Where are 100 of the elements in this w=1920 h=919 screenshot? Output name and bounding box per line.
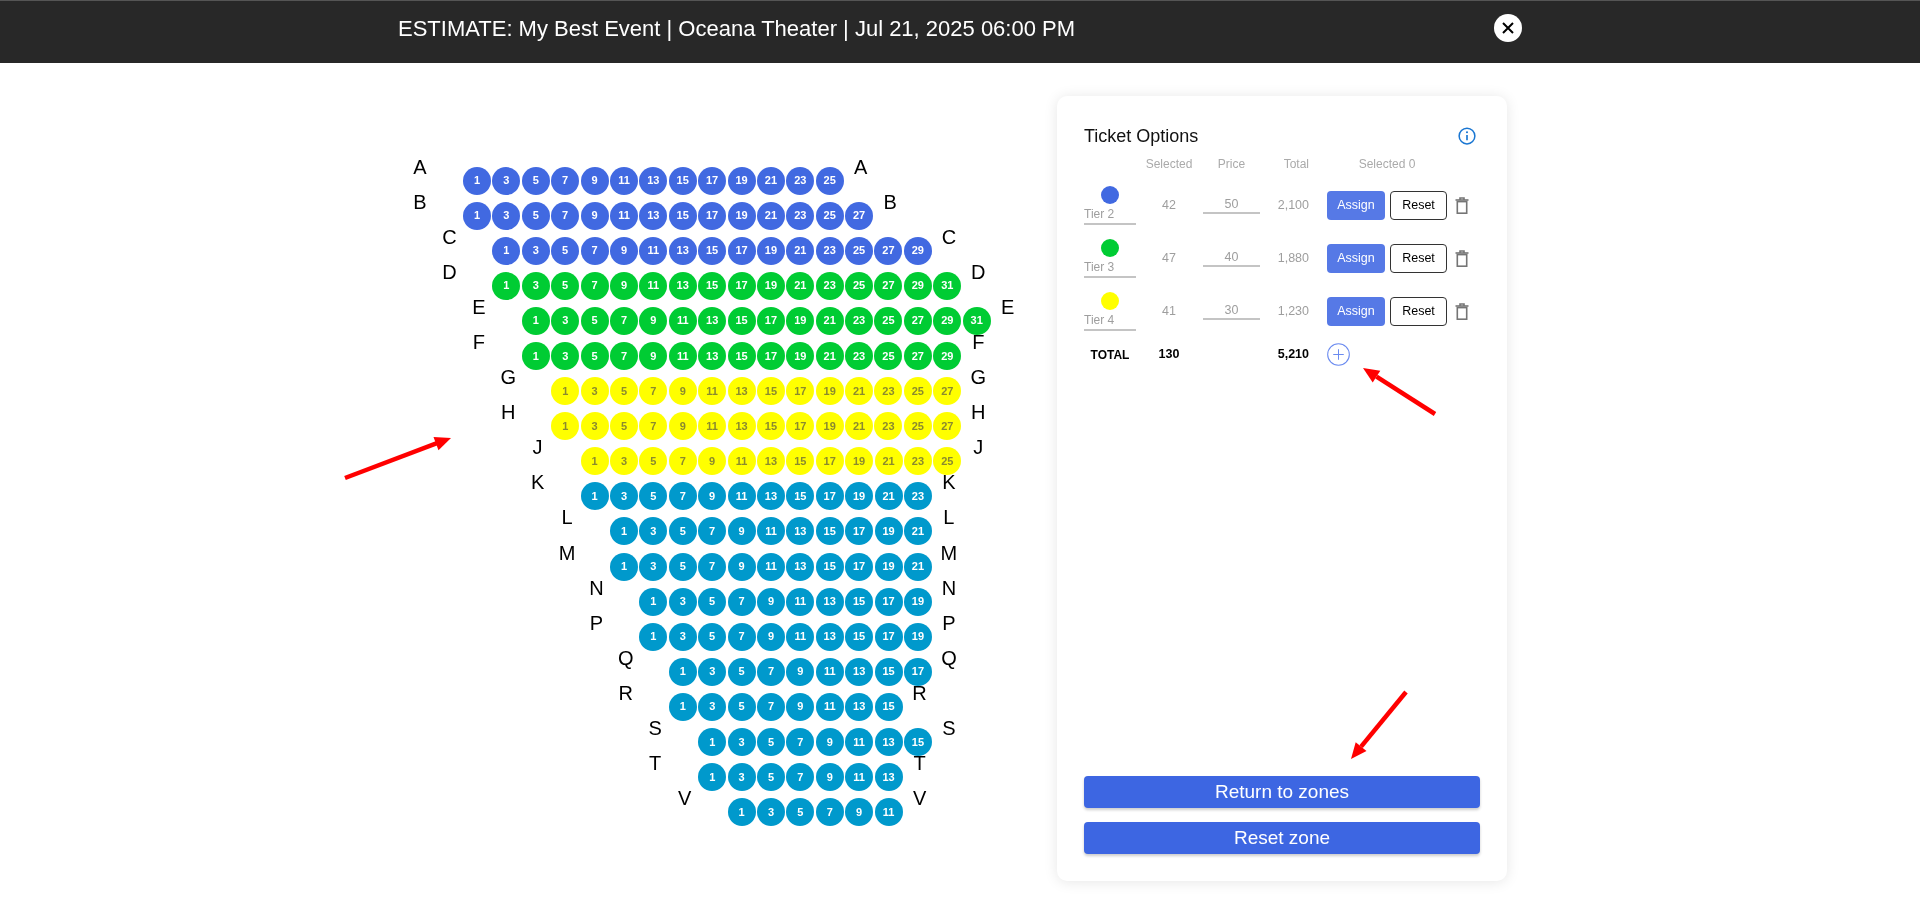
seat[interactable]: 5 xyxy=(521,166,550,195)
seat[interactable]: 25 xyxy=(933,447,962,476)
seat[interactable]: 27 xyxy=(933,377,962,406)
seat[interactable]: 23 xyxy=(815,271,844,300)
seat[interactable]: 19 xyxy=(727,201,756,230)
seat[interactable]: 15 xyxy=(668,166,697,195)
seat[interactable]: 21 xyxy=(845,377,874,406)
seat[interactable]: 7 xyxy=(727,622,756,651)
seat[interactable]: 15 xyxy=(874,657,903,686)
trash-icon[interactable] xyxy=(1455,196,1469,214)
seat[interactable]: 3 xyxy=(727,763,756,792)
seat[interactable]: 3 xyxy=(668,622,697,651)
seat[interactable]: 19 xyxy=(786,342,815,370)
seat[interactable]: 9 xyxy=(580,166,609,195)
seat[interactable]: 7 xyxy=(580,236,609,265)
seat[interactable]: 17 xyxy=(756,342,785,370)
seat[interactable]: 17 xyxy=(786,412,815,441)
seat[interactable]: 17 xyxy=(903,657,932,686)
seat[interactable]: 13 xyxy=(845,692,874,721)
seat[interactable]: 11 xyxy=(727,447,756,476)
seat[interactable]: 1 xyxy=(463,166,491,195)
seat[interactable]: 1 xyxy=(698,728,727,757)
seat[interactable]: 3 xyxy=(610,482,638,511)
tier-name-field[interactable]: Tier 2 xyxy=(1084,204,1136,225)
seat[interactable]: 1 xyxy=(639,587,668,616)
seat[interactable]: 9 xyxy=(639,306,668,335)
seat[interactable]: 1 xyxy=(610,552,638,581)
seat[interactable]: 11 xyxy=(786,622,815,651)
seat[interactable]: 13 xyxy=(639,166,668,195)
seat[interactable]: 31 xyxy=(933,271,962,300)
seat[interactable]: 5 xyxy=(580,342,609,370)
seat[interactable]: 5 xyxy=(639,447,668,476)
seat[interactable]: 7 xyxy=(551,166,580,195)
seat[interactable]: 3 xyxy=(698,657,727,686)
seat[interactable]: 9 xyxy=(639,342,668,370)
seat[interactable]: 11 xyxy=(698,377,727,406)
seat[interactable]: 15 xyxy=(874,692,903,721)
seat[interactable]: 3 xyxy=(639,517,668,546)
seat[interactable]: 1 xyxy=(551,412,580,441)
seat[interactable]: 19 xyxy=(756,271,785,300)
seat[interactable]: 9 xyxy=(756,622,785,651)
seat[interactable]: 19 xyxy=(786,306,815,335)
seat[interactable]: 1 xyxy=(668,692,697,721)
seat[interactable]: 15 xyxy=(786,482,815,511)
seat[interactable]: 5 xyxy=(756,728,785,757)
seat[interactable]: 15 xyxy=(786,447,815,476)
seat[interactable]: 9 xyxy=(668,377,697,406)
seat[interactable]: 9 xyxy=(668,412,697,441)
seat[interactable]: 11 xyxy=(786,587,815,616)
seat[interactable]: 13 xyxy=(727,377,756,406)
seat[interactable]: 15 xyxy=(815,552,844,581)
seat[interactable]: 21 xyxy=(903,552,932,581)
seat[interactable]: 27 xyxy=(933,412,962,441)
tier-name-field[interactable]: Tier 4 xyxy=(1084,310,1136,331)
seat[interactable]: 11 xyxy=(698,412,727,441)
seat[interactable]: 9 xyxy=(609,271,638,300)
seat[interactable]: 25 xyxy=(874,342,903,370)
seat[interactable]: 23 xyxy=(874,377,903,406)
seat[interactable]: 3 xyxy=(698,692,727,721)
seat[interactable]: 11 xyxy=(815,657,844,686)
seat[interactable]: 25 xyxy=(903,377,932,406)
seat[interactable]: 11 xyxy=(727,482,756,511)
trash-icon[interactable] xyxy=(1455,302,1469,320)
seat[interactable]: 27 xyxy=(874,271,903,300)
seat[interactable]: 11 xyxy=(609,166,638,195)
seat[interactable]: 9 xyxy=(698,447,727,476)
seat[interactable]: 7 xyxy=(815,798,844,827)
seat[interactable]: 3 xyxy=(580,412,609,441)
seat[interactable]: 9 xyxy=(845,798,874,827)
trash-icon[interactable] xyxy=(1455,249,1469,267)
close-button[interactable] xyxy=(1494,14,1522,42)
plus-circle-icon[interactable] xyxy=(1327,343,1350,366)
seat[interactable]: 7 xyxy=(580,271,609,300)
seat[interactable]: 15 xyxy=(668,201,697,230)
seat[interactable]: 11 xyxy=(639,271,668,300)
seat[interactable]: 23 xyxy=(786,201,815,230)
seat[interactable]: 5 xyxy=(698,587,727,616)
seat[interactable]: 9 xyxy=(609,236,638,265)
seat[interactable]: 23 xyxy=(815,236,844,265)
seat[interactable]: 3 xyxy=(551,342,580,370)
seat[interactable]: 7 xyxy=(756,692,785,721)
assign-button[interactable]: Assign xyxy=(1327,296,1385,326)
seat[interactable]: 21 xyxy=(874,482,903,511)
seat[interactable]: 25 xyxy=(815,166,844,195)
seat[interactable]: 19 xyxy=(815,377,844,406)
seat[interactable]: 31 xyxy=(962,306,991,335)
seat[interactable]: 5 xyxy=(551,236,580,265)
seat[interactable]: 9 xyxy=(756,587,785,616)
seat[interactable]: 1 xyxy=(610,517,638,546)
seat[interactable]: 13 xyxy=(756,447,785,476)
seat[interactable]: 21 xyxy=(874,447,903,476)
assign-button[interactable]: Assign xyxy=(1327,190,1385,220)
seat[interactable]: 13 xyxy=(874,763,903,792)
seat[interactable]: 25 xyxy=(845,271,874,300)
seat[interactable]: 13 xyxy=(786,517,815,546)
reset-button[interactable]: Reset xyxy=(1390,243,1447,273)
seat[interactable]: 1 xyxy=(521,306,550,335)
seat[interactable]: 15 xyxy=(815,517,844,546)
seat[interactable]: 19 xyxy=(874,517,903,546)
seat[interactable]: 1 xyxy=(727,798,756,827)
